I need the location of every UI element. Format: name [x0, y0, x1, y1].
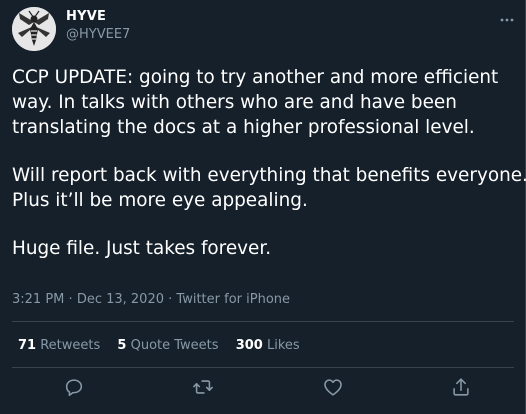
hornet-logo-icon	[12, 7, 56, 51]
author-handle[interactable]: @HYVEE7	[66, 27, 130, 42]
share-icon[interactable]	[450, 376, 472, 398]
likes-count: 300	[235, 338, 263, 353]
tweet-text-line: way. In talks with others who are and ha…	[12, 92, 457, 113]
tweet-text-line: Huge file. Just takes forever.	[12, 238, 272, 259]
tweet-text-line: translating the docs at a higher profess…	[12, 117, 475, 138]
likes-stat[interactable]: 300 Likes	[236, 338, 300, 353]
retweet-icon[interactable]	[192, 376, 214, 398]
tweet-text-line: Plus it’ll be more eye appealing.	[12, 190, 308, 211]
tweet-text-line: Will report back with everything that be…	[12, 165, 526, 186]
likes-label: Likes	[266, 338, 300, 353]
like-icon[interactable]	[322, 376, 344, 398]
retweets-count: 71	[18, 338, 37, 353]
tweet-date[interactable]: Dec 13, 2020	[77, 292, 164, 307]
tweet-text-line: CCP UPDATE: going to try another and mor…	[12, 67, 499, 88]
reply-icon[interactable]	[63, 376, 85, 398]
tweet-source[interactable]: Twitter for iPhone	[176, 292, 290, 307]
more-icon[interactable]	[499, 10, 515, 22]
meta-separator: ·	[68, 292, 73, 307]
quote-tweets-label: Quote Tweets	[130, 338, 219, 353]
retweets-label: Retweets	[40, 338, 101, 353]
meta-separator: ·	[168, 292, 173, 307]
avatar[interactable]	[12, 7, 56, 51]
retweets-stat[interactable]: 71 Retweets	[18, 338, 100, 353]
quote-tweets-stat[interactable]: 5 Quote Tweets	[117, 338, 218, 353]
action-bar	[0, 376, 526, 400]
divider	[12, 321, 514, 322]
tweet-time[interactable]: 3:21 PM	[12, 292, 64, 307]
quote-tweets-count: 5	[117, 338, 127, 353]
author-name[interactable]: HYVE	[66, 9, 106, 24]
tweet-meta: 3:21 PM · Dec 13, 2020 · Twitter for iPh…	[12, 292, 290, 307]
tweet-text: CCP UPDATE: going to try another and mor…	[12, 65, 526, 261]
divider	[12, 367, 514, 368]
tweet-card: HYVE @HYVEE7 CCP UPDATE: going to try an…	[0, 0, 526, 414]
tweet-stats: 71 Retweets 5 Quote Tweets 300 Likes	[18, 338, 313, 353]
